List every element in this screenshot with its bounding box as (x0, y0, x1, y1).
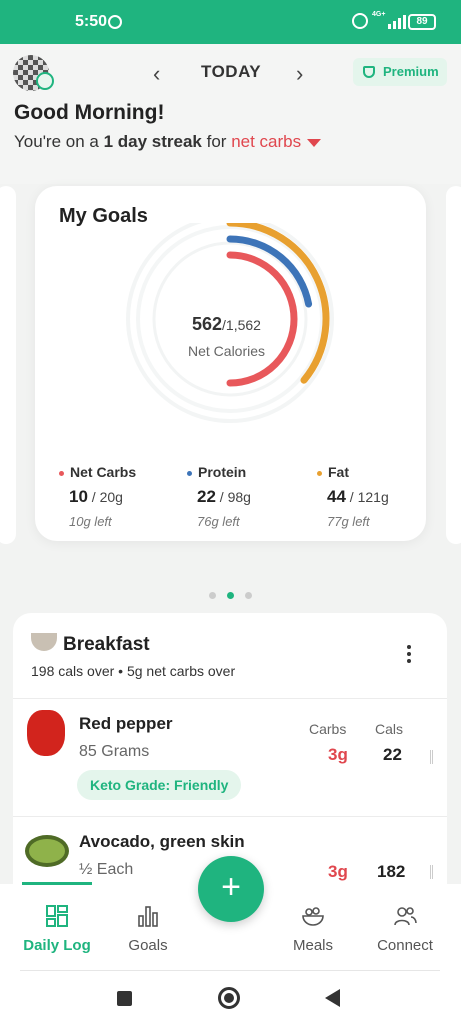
calories-consumed: 562 (192, 314, 223, 334)
food-carbs: 3g (328, 862, 348, 881)
food-name[interactable]: Red pepper (79, 714, 173, 734)
date-label[interactable]: TODAY (201, 62, 261, 82)
home-button[interactable] (218, 987, 240, 1009)
food-name[interactable]: Avocado, green skin (79, 832, 245, 852)
macro-remaining: 10g left (69, 514, 112, 529)
next-card-peek[interactable] (446, 186, 461, 544)
keto-grade-badge: Keto Grade: Friendly (77, 770, 242, 800)
macro-value: 44 (327, 487, 346, 506)
next-day-button[interactable]: › (296, 61, 303, 87)
streak-count: 1 day streak (103, 132, 202, 151)
gear-icon[interactable] (36, 72, 54, 90)
calories-label: Net Calories (188, 343, 266, 359)
tab-label: Connect (377, 937, 433, 954)
food-quantity: 85 Grams (79, 743, 150, 760)
connect-icon (394, 907, 417, 926)
previous-day-button[interactable]: ‹ (153, 61, 160, 87)
red-pepper-icon (27, 710, 65, 756)
macro-target: / 121g (345, 489, 389, 505)
meal-title: Breakfast (63, 634, 150, 655)
tab-daily-log[interactable]: Daily Log (14, 884, 100, 972)
streak-for: for (206, 132, 227, 151)
macro-remaining: 77g left (327, 514, 370, 529)
goals-card[interactable]: My Goals 562/1,562 Net Calories Net Carb… (35, 186, 426, 541)
streak-metric-dropdown[interactable]: net carbs (231, 132, 322, 151)
tab-label: Meals (292, 937, 333, 954)
greeting-title: Good Morning! (14, 101, 165, 124)
protein-dot (187, 470, 192, 476)
back-button[interactable] (325, 989, 340, 1007)
tab-goals[interactable]: Goals (112, 884, 184, 972)
tab-connect[interactable]: Connect (366, 884, 444, 972)
macro-protein: Protein 22 / 98g 76g left (187, 464, 297, 529)
macro-name: Protein (198, 464, 247, 480)
whatsapp-icon (108, 15, 122, 29)
row-handle[interactable] (430, 865, 433, 879)
macro-target: / 20g (87, 489, 123, 505)
premium-label: Premium (383, 64, 439, 79)
fat-dot (317, 470, 322, 476)
food-quantity: ½ Each (79, 861, 134, 878)
recents-button[interactable] (117, 991, 132, 1006)
premium-button[interactable]: Premium (353, 58, 447, 86)
calories-value: 562/1,562 (192, 314, 261, 335)
status-bar: 5:50 4G+ 89 (0, 0, 461, 44)
food-cals: 182 (377, 862, 406, 881)
calories-target: /1,562 (222, 317, 261, 333)
macro-name: Net Carbs (70, 464, 137, 480)
alarm-icon (352, 13, 368, 29)
status-time: 5:50 (75, 13, 108, 30)
trophy-icon (363, 66, 375, 78)
add-button[interactable]: + (198, 856, 264, 922)
macro-value: 22 (197, 487, 216, 506)
food-carbs: 3g (328, 745, 348, 764)
previous-card-peek[interactable] (0, 186, 16, 544)
tab-label: Goals (128, 937, 168, 954)
macro-remaining: 76g left (197, 514, 240, 529)
food-cals: 22 (383, 745, 402, 764)
column-carbs: Carbs (309, 721, 347, 737)
meals-icon (302, 907, 324, 926)
row-handle[interactable] (430, 750, 433, 764)
column-cals: Cals (375, 721, 404, 737)
network-type: 4G+ (372, 11, 386, 18)
macro-value: 10 (69, 487, 88, 506)
battery-icon: 89 (408, 14, 436, 30)
signal-icon (388, 15, 406, 29)
divider (13, 816, 447, 817)
carousel-indicator[interactable] (209, 586, 263, 604)
divider (20, 970, 440, 971)
streak-metric: net carbs (231, 132, 302, 151)
coffee-cup-icon (31, 633, 57, 651)
macro-fat: Fat 44 / 121g 77g left (317, 464, 427, 529)
daily-log-icon (46, 905, 68, 927)
carousel-dot[interactable] (209, 592, 216, 599)
carousel-dot[interactable] (245, 592, 252, 599)
more-vert-icon[interactable] (407, 645, 413, 665)
net-carbs-dot (59, 470, 64, 476)
avocado-icon (25, 835, 69, 867)
macro-target: / 98g (215, 489, 251, 505)
macro-name: Fat (328, 464, 349, 480)
tab-meals[interactable]: Meals (276, 884, 350, 972)
divider (13, 698, 447, 699)
plus-icon: + (221, 868, 241, 906)
tab-label: Daily Log (23, 937, 91, 954)
meal-summary: 198 cals over • 5g net carbs over (31, 663, 236, 679)
breakfast-card: Breakfast 198 cals over • 5g net carbs o… (13, 613, 447, 893)
streak-prefix: You're on a (14, 132, 99, 151)
carousel-dot-active[interactable] (227, 592, 234, 599)
caret-down-icon (307, 138, 322, 147)
macro-net-carbs: Net Carbs 10 / 20g 10g left (59, 464, 169, 529)
system-nav-bar (0, 972, 461, 1024)
goals-icon (138, 906, 158, 927)
streak-line: You're on a 1 day streak for net carbs (14, 132, 322, 152)
